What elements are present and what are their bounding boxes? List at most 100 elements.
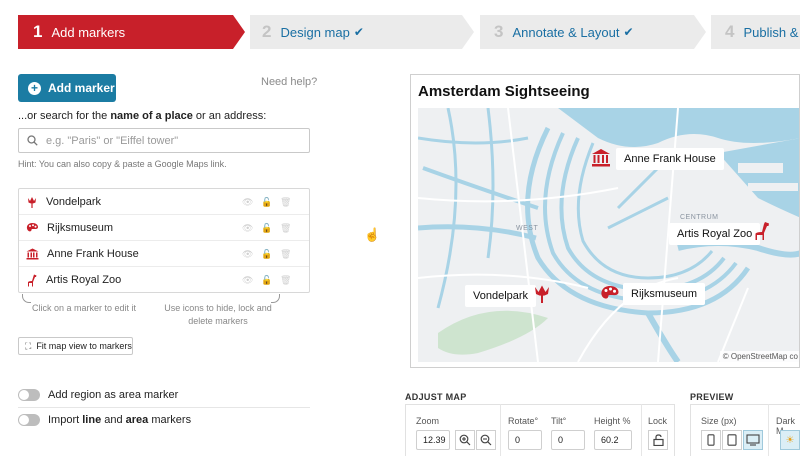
map-label-anne-frank[interactable]: Anne Frank House [616, 148, 724, 170]
step-number: 4 [725, 22, 735, 41]
marker-list: Vondelpark 👁 🔓 🗑 Rijksmuseum 👁 🔓 🗑 Anne … [18, 188, 310, 293]
step-design-map[interactable]: 2 Design map ✔ [250, 15, 474, 49]
giraffe-icon [28, 274, 37, 286]
museum-icon[interactable] [591, 148, 611, 168]
zoom-in-icon [459, 434, 471, 446]
rotate-input[interactable]: 0 [508, 430, 542, 450]
region-toggle[interactable] [18, 389, 40, 401]
step-add-markers[interactable]: 1 Add markers [18, 15, 245, 49]
list-hint-right: Use icons to hide, lock and delete marke… [164, 303, 272, 326]
import-label-line: line [82, 414, 102, 426]
map-title: Amsterdam Sightseeing [418, 83, 590, 100]
search-input[interactable] [46, 134, 296, 147]
import-label-area: area [125, 414, 149, 426]
step-label: Design map [280, 24, 350, 40]
region-toggle-row[interactable]: Add region as area marker [18, 384, 178, 406]
step-label: Annotate & Layout [512, 24, 620, 40]
tablet-icon [727, 434, 737, 446]
import-label-pre: Import [48, 414, 83, 426]
desktop-size-button[interactable] [743, 430, 763, 450]
palette-icon[interactable] [600, 284, 620, 304]
marker-name: Rijksmuseum [47, 221, 114, 234]
size-label: Size (px) [701, 416, 737, 426]
height-label: Height % [594, 416, 631, 426]
unlock-icon [652, 434, 664, 446]
district-label-west: WEST [516, 225, 539, 232]
adjust-map-title: ADJUST MAP [405, 392, 467, 402]
giraffe-icon[interactable] [752, 221, 772, 241]
rotate-label: Rotate° [508, 416, 539, 426]
search-icon [27, 135, 38, 146]
lock-icon[interactable]: 🔓 [261, 275, 272, 286]
search-label-pre: ...or search for the [18, 110, 111, 122]
district-label-centrum: CENTRUM [680, 214, 719, 221]
map-label-vondelpark[interactable]: Vondelpark [465, 285, 537, 307]
check-icon: ✔ [623, 25, 634, 39]
add-marker-label: Add marker [48, 81, 115, 95]
search-label-bold: name of a place [110, 110, 193, 122]
eye-icon[interactable]: 👁 [242, 223, 253, 234]
map-label-rijksmuseum[interactable]: Rijksmuseum [623, 283, 706, 305]
search-label-post: or an address: [192, 110, 267, 122]
add-marker-button[interactable]: + Add marker [18, 74, 116, 102]
lock-icon[interactable]: 🔓 [261, 197, 272, 208]
fit-map-button[interactable]: ⛶ Fit map view to markers [18, 337, 133, 355]
zoom-label: Zoom [416, 416, 440, 426]
map-attribution[interactable]: © OpenStreetMap co [719, 351, 799, 362]
trash-icon[interactable]: 🗑 [280, 275, 291, 286]
list-hint-left: Click on a marker to edit it [32, 303, 137, 313]
trash-icon[interactable]: 🗑 [280, 249, 291, 260]
zoom-out-button[interactable] [476, 430, 496, 450]
lock-button[interactable] [648, 430, 668, 450]
search-label: ...or search for the name of a place or … [18, 110, 266, 122]
step-label: Add markers [51, 24, 126, 40]
trash-icon[interactable]: 🗑 [280, 223, 291, 234]
step-annotate-layout[interactable]: 3 Annotate & Layout ✔ [480, 15, 706, 49]
hint-arrow-left [22, 294, 31, 303]
tulip-icon[interactable] [532, 284, 552, 304]
marker-name: Anne Frank House [47, 247, 139, 260]
lock-icon[interactable]: 🔓 [261, 249, 272, 260]
tilt-label: Tilt° [551, 416, 567, 426]
divider [500, 404, 501, 456]
step-number: 3 [494, 22, 504, 41]
step-publish[interactable]: 4 Publish & E [711, 15, 800, 49]
zoom-input[interactable]: 12.39 [416, 430, 450, 450]
check-icon: ✔ [353, 25, 364, 39]
marker-name: Artis Royal Zoo [46, 274, 122, 286]
trash-icon[interactable]: 🗑 [280, 197, 291, 208]
plus-icon: + [28, 81, 41, 95]
list-item[interactable]: Rijksmuseum 👁 🔓 🗑 [19, 215, 309, 241]
eye-icon[interactable]: 👁 [242, 275, 253, 286]
map-canvas[interactable]: WEST CENTRUM Anne Frank House Artis Roya… [418, 108, 799, 362]
map-label-artis-zoo[interactable]: Artis Royal Zoo [669, 223, 761, 245]
step-number: 1 [33, 22, 43, 41]
palette-icon [26, 222, 38, 231]
museum-icon [26, 248, 39, 259]
lock-label: Lock [648, 416, 668, 426]
search-box[interactable] [18, 128, 310, 153]
mobile-size-button[interactable] [701, 430, 721, 450]
fullscreen-icon: ⛶ [25, 340, 32, 351]
height-input[interactable]: 60.2 [594, 430, 632, 450]
divider [18, 407, 310, 408]
list-item[interactable]: Artis Royal Zoo 👁 🔓 🗑 [19, 267, 309, 293]
tilt-input[interactable]: 0 [551, 430, 585, 450]
need-help-link[interactable]: Need help? [261, 76, 317, 88]
list-item[interactable]: Anne Frank House 👁 🔓 🗑 [19, 241, 309, 267]
fit-map-label: Fit map view to markers [36, 341, 132, 351]
eye-icon[interactable]: 👁 [242, 249, 253, 260]
tablet-size-button[interactable] [722, 430, 742, 450]
eye-icon[interactable]: 👁 [242, 197, 253, 208]
zoom-in-button[interactable] [455, 430, 475, 450]
lock-icon[interactable]: 🔓 [261, 223, 272, 234]
preview-title: PREVIEW [690, 392, 734, 402]
light-mode-button[interactable]: ☀ [780, 430, 800, 450]
import-toggle-row[interactable]: Import line and area markers [18, 409, 191, 431]
list-item[interactable]: Vondelpark 👁 🔓 🗑 [19, 189, 309, 215]
tulip-icon [28, 196, 36, 208]
hint-text: Hint: You can also copy & paste a Google… [18, 159, 227, 169]
phone-icon [707, 434, 715, 446]
import-toggle[interactable] [18, 414, 40, 426]
import-label-post: markers [148, 414, 192, 426]
